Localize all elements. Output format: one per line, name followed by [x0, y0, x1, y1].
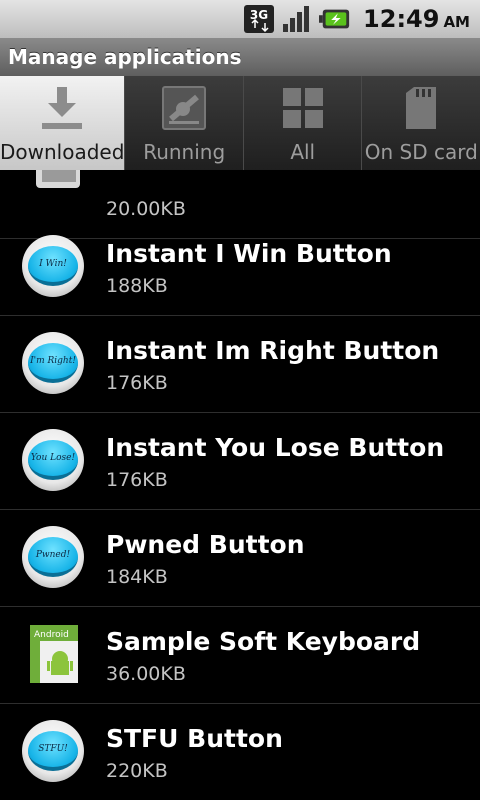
tab-downloaded[interactable]: Downloaded [0, 76, 126, 170]
list-item[interactable]: STFU! STFU Button 220KB [0, 704, 480, 800]
tab-running[interactable]: Running [125, 76, 244, 170]
running-icon [161, 82, 207, 134]
clock-time: 12:49 [363, 5, 440, 33]
app-size: 176KB [106, 469, 168, 491]
app-list: 20.00KB I Win! Instant I Win Button 188K… [0, 170, 480, 800]
tab-on-sd-card[interactable]: On SD card [362, 76, 480, 170]
app-size: 220KB [106, 760, 168, 782]
android-keyboard-icon: Android [22, 623, 84, 685]
download-icon [38, 82, 86, 134]
app-name: Instant Im Right Button [106, 336, 440, 365]
battery-charging-icon [319, 4, 351, 34]
clock-ampm: AM [443, 13, 470, 31]
page-title: Manage applications [0, 38, 480, 76]
list-item[interactable]: I'm Right! Instant Im Right Button 176KB [0, 316, 480, 413]
app-name: Sample Soft Keyboard [106, 627, 421, 656]
sd-card-icon [404, 82, 438, 134]
app-name: Instant I Win Button [106, 239, 392, 268]
grid-icon [281, 82, 325, 134]
tab-label: Running [143, 140, 226, 164]
list-item[interactable]: Pwned! Pwned Button 184KB [0, 510, 480, 607]
pwned-button-icon: Pwned! [22, 526, 84, 588]
svg-text:Android: Android [34, 630, 69, 640]
instant-right-button-icon: I'm Right! [22, 332, 84, 394]
signal-strength-icon [281, 4, 313, 34]
app-icon [22, 170, 84, 220]
tab-label: On SD card [364, 140, 478, 164]
svg-text:3G: 3G [250, 8, 268, 22]
tab-all[interactable]: All [243, 76, 363, 170]
app-name: Pwned Button [106, 530, 305, 559]
instant-lose-button-icon: You Lose! [22, 429, 84, 491]
app-size: 176KB [106, 372, 168, 394]
app-size: 36.00KB [106, 663, 186, 685]
app-size: 20.00KB [106, 198, 186, 220]
list-item[interactable]: I Win! Instant I Win Button 188KB [0, 219, 480, 316]
instant-win-button-icon: I Win! [22, 235, 84, 297]
stfu-button-icon: STFU! [22, 720, 84, 782]
network-3g-icon: 3G [243, 4, 275, 34]
app-size: 184KB [106, 566, 168, 588]
app-name: STFU Button [106, 724, 283, 753]
status-bar: 3G 12:49 AM [0, 0, 480, 38]
tab-label: Downloaded [0, 140, 125, 164]
tab-bar: Downloaded Running All On SD card [0, 76, 480, 170]
list-item[interactable]: Android Sample Soft Keyboard 36.00KB [0, 607, 480, 704]
list-item[interactable]: You Lose! Instant You Lose Button 176KB [0, 413, 480, 510]
app-size: 188KB [106, 275, 168, 297]
tab-label: All [290, 140, 316, 164]
app-name: Instant You Lose Button [106, 433, 445, 462]
